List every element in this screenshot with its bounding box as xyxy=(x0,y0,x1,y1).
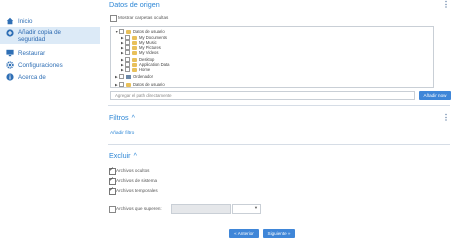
tree-node[interactable]: ▼ Datos de usuario xyxy=(115,29,165,34)
chevron-up-icon: ^ xyxy=(133,153,137,160)
folder-icon xyxy=(132,45,137,50)
next-button[interactable]: Siguiente » xyxy=(263,229,295,238)
computer-icon xyxy=(126,74,131,79)
sidebar-item-label: Restaurar xyxy=(18,49,46,57)
folder-icon xyxy=(126,29,131,34)
tree-node[interactable]: ▶ Home xyxy=(121,67,150,72)
divider xyxy=(108,144,450,145)
exclude-temp-checkbox[interactable] xyxy=(109,186,116,195)
folder-icon xyxy=(126,82,131,87)
gear-icon xyxy=(6,61,14,69)
folder-icon xyxy=(132,62,137,67)
sidebar-item-acerca-de[interactable]: Acerca de xyxy=(0,71,100,83)
divider xyxy=(108,105,450,106)
add-backup-icon xyxy=(6,29,14,37)
sidebar-item-inicio[interactable]: Inicio xyxy=(0,15,100,27)
folder-icon xyxy=(132,67,137,72)
prev-button[interactable]: « Anterior xyxy=(229,229,259,238)
exclude-hidden-checkbox[interactable] xyxy=(109,166,116,175)
folder-icon xyxy=(132,40,137,45)
chevron-down-icon: ▼ xyxy=(254,205,258,210)
sidebar-item-configuraciones[interactable]: Configuraciones xyxy=(0,59,100,71)
size-unit-select[interactable]: ▼ xyxy=(232,204,261,214)
tree-node[interactable]: ▶ Datos de usuario xyxy=(115,82,165,87)
sidebar-item-restaurar[interactable]: Restaurar xyxy=(0,47,100,59)
folder-icon xyxy=(132,50,137,55)
sidebar-item-label: Acerca de xyxy=(18,73,46,81)
sidebar: Inicio Añadir copia de seguridad Restaur… xyxy=(0,0,104,241)
sidebar-item-label: Configuraciones xyxy=(18,61,63,69)
monitor-icon xyxy=(6,49,14,57)
show-hidden-checkbox[interactable] xyxy=(110,15,117,22)
size-input[interactable] xyxy=(171,204,231,214)
filters-more-icon[interactable]: ⋮ xyxy=(442,113,450,122)
source-title: Datos de origen xyxy=(109,0,160,9)
exclude-hidden-label: Archivos ocultos xyxy=(116,168,150,173)
add-filter-link[interactable]: Añadir filtro xyxy=(110,131,134,136)
exclude-system-checkbox[interactable] xyxy=(109,176,116,185)
show-hidden-label: Mostrar carpetas ocultas xyxy=(118,15,169,20)
chevron-up-icon: ^ xyxy=(131,115,135,122)
info-icon xyxy=(6,73,14,81)
exclude-title[interactable]: Excluir ^ xyxy=(109,151,137,160)
folder-icon xyxy=(132,57,137,62)
sidebar-item-label: Inicio xyxy=(18,17,33,25)
larger-than-checkbox[interactable] xyxy=(109,206,116,213)
larger-than-label: Archivos que superen: xyxy=(116,206,162,211)
tree-node[interactable]: ▶ Ordenador xyxy=(115,74,153,79)
source-more-icon[interactable]: ⋮ xyxy=(442,0,450,9)
sidebar-item-add-backup[interactable]: Añadir copia de seguridad xyxy=(0,27,100,44)
add-now-button[interactable]: Añadir now xyxy=(419,91,451,100)
sidebar-item-label: Añadir copia de seguridad xyxy=(18,29,61,43)
tree-node[interactable]: ▶ My Videos xyxy=(121,50,158,55)
exclude-system-label: Archivos de sistema xyxy=(116,178,158,183)
folder-icon xyxy=(132,35,137,40)
filters-title[interactable]: Filtros ^ xyxy=(109,113,135,122)
home-icon xyxy=(6,17,14,25)
folder-tree[interactable]: ▼ Datos de usuario ▶ My Documents ▶ My M… xyxy=(110,26,434,88)
exclude-temp-label: Archivos temporales xyxy=(116,188,158,193)
path-input[interactable]: Agregar el path directamente xyxy=(110,91,415,100)
